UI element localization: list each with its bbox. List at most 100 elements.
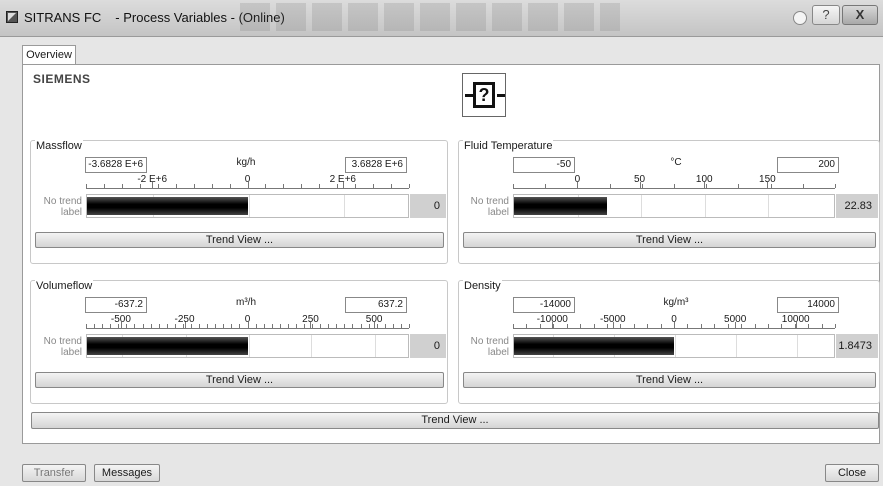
range-min-field[interactable]: -14000	[513, 297, 575, 313]
minor-tick	[674, 184, 675, 188]
tab-overview[interactable]: Overview	[22, 45, 76, 65]
range-max-field[interactable]: 200	[777, 157, 839, 173]
tick-label: 2 E+6	[329, 174, 356, 185]
minor-tick	[121, 184, 123, 188]
trend-view-button[interactable]: Trend View ...	[35, 232, 444, 248]
minor-tick	[199, 324, 201, 328]
grid-line	[675, 335, 676, 357]
minor-tick	[647, 324, 649, 328]
panel-title: Massflow	[35, 140, 83, 152]
scale-axis: -2 E+6 0 2 E+6	[86, 174, 410, 189]
minor-tick	[352, 324, 354, 328]
grid-line	[311, 335, 313, 357]
minor-tick	[580, 324, 582, 328]
tick-label: 500	[365, 314, 383, 325]
close-icon: X	[855, 7, 865, 22]
minor-tick	[360, 324, 362, 328]
minor-tick	[633, 324, 635, 328]
current-value: 22.83	[836, 194, 878, 218]
minor-tick	[802, 184, 804, 188]
minor-tick	[526, 324, 528, 328]
unit-label: kg/h	[236, 157, 256, 168]
minor-tick	[295, 324, 297, 328]
connector-left	[465, 94, 473, 97]
minor-tick	[319, 184, 321, 188]
value-bar-track	[513, 194, 835, 218]
value-bar	[87, 337, 248, 355]
no-trend-label: No trend label	[43, 336, 82, 358]
tick-label: 5000	[724, 314, 747, 325]
tick-label: -250	[174, 314, 195, 325]
minor-tick	[223, 324, 225, 328]
panel-title: Density	[463, 280, 502, 292]
scale-axis: -10000 -5000 0 5000 10000	[513, 314, 836, 329]
minor-tick	[193, 184, 195, 188]
minor-tick	[255, 324, 257, 328]
tick-label: 0	[671, 314, 677, 325]
minor-tick	[287, 324, 289, 328]
tick-label: -10000	[536, 314, 568, 325]
value-bar	[514, 337, 674, 355]
close-button[interactable]: Close	[825, 464, 879, 482]
range-min-field[interactable]: -50	[513, 157, 575, 173]
minor-tick	[265, 184, 267, 188]
scale-axis: 0 50 100 150	[513, 174, 836, 189]
minor-tick	[409, 184, 410, 188]
panel-title: Fluid Temperature	[463, 140, 554, 152]
value-bar-track	[86, 194, 409, 218]
tick-label: 0	[574, 174, 581, 185]
minor-tick	[373, 184, 375, 188]
tick-label: 50	[633, 174, 646, 185]
current-value: 1.8473	[836, 334, 878, 358]
trend-view-all-button[interactable]: Trend View ...	[31, 412, 879, 429]
range-min-field[interactable]: -3.6828 E+6	[85, 157, 147, 173]
help-icon: ?	[822, 7, 830, 22]
grid-line	[705, 195, 707, 217]
grid-line	[736, 335, 738, 357]
tick-label: -5000	[600, 314, 626, 325]
trend-view-button[interactable]: Trend View ...	[463, 372, 876, 388]
range-max-field[interactable]: 14000	[777, 297, 839, 313]
minor-tick	[714, 324, 716, 328]
panel-title: Volumeflow	[35, 280, 94, 292]
background-window-text	[240, 3, 620, 31]
tick-label: 10000	[781, 314, 810, 325]
no-trend-label: No trend label	[470, 336, 509, 358]
minor-tick	[279, 324, 281, 328]
minor-tick	[283, 184, 285, 188]
minor-tick	[409, 324, 410, 328]
grid-line	[248, 335, 250, 357]
minor-tick	[687, 324, 689, 328]
app-icon	[6, 11, 18, 23]
grid-line	[768, 195, 770, 217]
panel-fluid-temperature: Fluid Temperature -50 200 °C 0 50 100 150 No tre…	[458, 140, 880, 264]
title-bar: SITRANS FC - Process Variables - (Online)…	[0, 0, 883, 37]
window-close-button[interactable]: X	[842, 5, 878, 25]
minor-tick	[738, 184, 740, 188]
range-max-field[interactable]: 3.6828 E+6	[345, 157, 407, 173]
minor-tick	[207, 324, 209, 328]
current-value: 0	[410, 334, 446, 358]
panel-density: Density -14000 14000 kg/m³ -10000 -5000 0 5000 1…	[458, 280, 880, 404]
no-trend-label: No trend label	[470, 196, 509, 218]
range-max-field[interactable]: 637.2	[345, 297, 407, 313]
minor-tick	[835, 324, 836, 328]
grid-line	[375, 335, 377, 357]
trend-view-button[interactable]: Trend View ...	[463, 232, 876, 248]
range-min-field[interactable]: -637.2	[85, 297, 147, 313]
help-button[interactable]: ?	[812, 5, 840, 25]
minor-tick	[545, 184, 547, 188]
minor-tick	[392, 324, 394, 328]
minor-tick	[391, 184, 393, 188]
app-name: SITRANS FC	[24, 10, 102, 25]
messages-button[interactable]: Messages	[94, 464, 160, 482]
trend-view-button[interactable]: Trend View ...	[35, 372, 444, 388]
transfer-button[interactable]: Transfer	[22, 464, 86, 482]
minor-tick	[344, 324, 346, 328]
minor-tick	[320, 324, 322, 328]
minor-tick	[821, 324, 823, 328]
minor-tick	[142, 324, 144, 328]
minor-tick	[150, 324, 152, 328]
circle-icon[interactable]	[793, 11, 807, 25]
minor-tick	[86, 184, 87, 188]
